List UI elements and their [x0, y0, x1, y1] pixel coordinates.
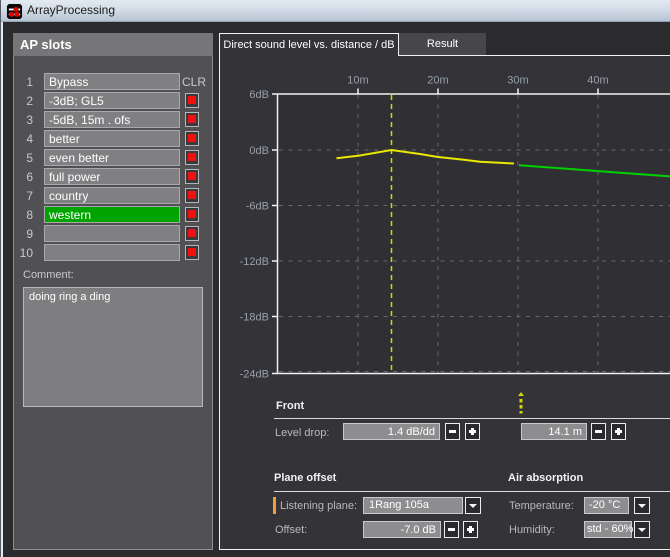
svg-text:20m: 20m — [427, 75, 448, 87]
svg-text:30m: 30m — [507, 75, 528, 87]
svg-text:6dB: 6dB — [249, 89, 269, 101]
svg-text:10m: 10m — [347, 75, 368, 87]
svg-text:40m: 40m — [587, 75, 608, 87]
svg-text:0dB: 0dB — [249, 145, 269, 157]
svg-text:-18dB: -18dB — [240, 312, 269, 324]
svg-text:-12dB: -12dB — [240, 256, 269, 268]
svg-text:-6dB: -6dB — [246, 201, 269, 213]
svg-text:-24dB: -24dB — [240, 369, 269, 381]
